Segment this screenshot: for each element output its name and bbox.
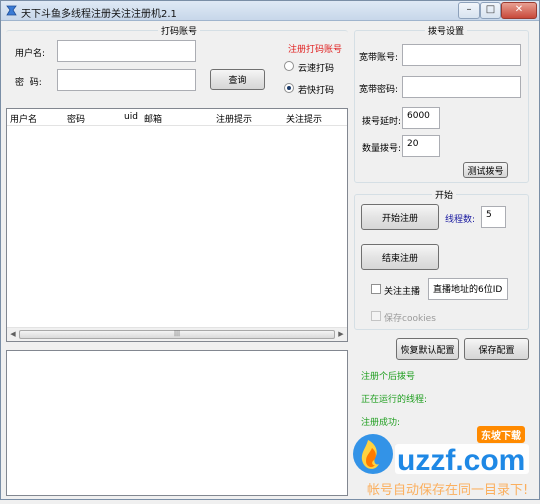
broadband-account-label: 宽带账号: [359,53,399,63]
column-email[interactable]: 邮箱 [144,112,162,125]
column-password[interactable]: 密码 [67,112,85,125]
status-running-threads: 正在运行的线程: [361,395,428,405]
broadband-password-input[interactable] [402,76,521,98]
stop-register-button[interactable]: 结束注册 [361,244,439,270]
horizontal-scrollbar[interactable]: ◀ ||| ▶ [7,327,347,341]
dial-count-input[interactable]: 20 [402,135,440,157]
dial-count-label: 数量拨号: [362,144,402,154]
close-button[interactable]: ✕ [501,2,537,19]
scroll-right-icon[interactable]: ▶ [336,330,346,339]
thread-count-label: 线程数: [445,215,476,225]
close-icon: ✕ [514,4,524,15]
account-table[interactable]: 用户名 密码 uid 邮箱 注册提示 关注提示 ◀ ||| ▶ [6,108,348,342]
column-register-tip[interactable]: 注册提示 [216,112,252,125]
save-cookies-checkbox[interactable] [371,311,381,321]
restore-default-button[interactable]: 恢复默认配置 [396,338,459,360]
thread-count-input[interactable]: 5 [481,206,506,228]
follow-anchor-checkbox[interactable] [371,284,381,294]
ruokuai-radio[interactable] [284,83,294,93]
dama-group-title: 打码账号 [158,24,201,37]
column-username[interactable]: 用户名 [10,112,37,125]
broadband-password-label: 宽带密码: [359,85,399,95]
ruokuai-label[interactable]: 若快打码 [298,83,334,96]
table-header: 用户名 密码 uid 邮箱 注册提示 关注提示 [7,109,347,126]
uzzf-watermark: uzzf.com 东坡下载 帐号自动保存在同一目录下! [346,426,540,501]
yunsu-radio[interactable] [284,61,294,71]
watermark-badge: 东坡下载 [481,429,521,442]
username-input[interactable] [57,40,196,62]
yunsu-label[interactable]: 云速打码 [298,61,334,74]
watermark-brand: uzzf.com [397,444,525,477]
save-config-button[interactable]: 保存配置 [464,338,529,360]
column-uid[interactable]: uid [124,112,138,122]
app-icon [6,5,17,16]
column-follow-tip[interactable]: 关注提示 [286,112,322,125]
dial-group-title: 拨号设置 [425,24,468,37]
log-textarea[interactable] [6,350,348,496]
grip-icon: ||| [173,330,181,337]
maximize-button[interactable]: □ [480,2,501,19]
dial-timeout-input[interactable]: 6000 [402,107,440,129]
window-title: 天下斗鱼多线程注册关注注册机2.1 [21,9,177,20]
status-dial-after-register: 注册个后拨号 [361,372,416,382]
register-dama-link[interactable]: 注册打码账号 [288,42,342,55]
password-input[interactable] [57,69,196,91]
maximize-icon: □ [485,4,496,15]
watermark-overlay-text: 帐号自动保存在同一目录下! [367,483,529,498]
start-group-title: 开始 [432,188,457,201]
minimize-button[interactable]: – [458,2,480,19]
username-label: 用户名: [15,49,46,59]
scroll-left-icon[interactable]: ◀ [8,330,18,339]
title-bar[interactable]: 天下斗鱼多线程注册关注注册机2.1 – □ ✕ [1,1,539,21]
save-cookies-label[interactable]: 保存cookies [384,311,436,324]
app-window: 天下斗鱼多线程注册关注注册机2.1 – □ ✕ 打码账号 用户名: 密 码: 查… [0,0,540,500]
dial-timeout-label: 拨号延时: [362,117,402,127]
password-label: 密 码: [15,78,42,88]
minimize-icon: – [466,4,472,15]
follow-anchor-label[interactable]: 关注主播 [384,284,420,297]
start-register-button[interactable]: 开始注册 [361,204,439,230]
scrollbar-thumb[interactable]: ||| [19,330,335,339]
test-dial-button[interactable]: 测试拨号 [463,162,508,178]
room-id-input[interactable]: 直播地址的6位ID [428,278,508,300]
broadband-account-input[interactable] [402,44,521,66]
query-button[interactable]: 查询 [210,69,265,90]
